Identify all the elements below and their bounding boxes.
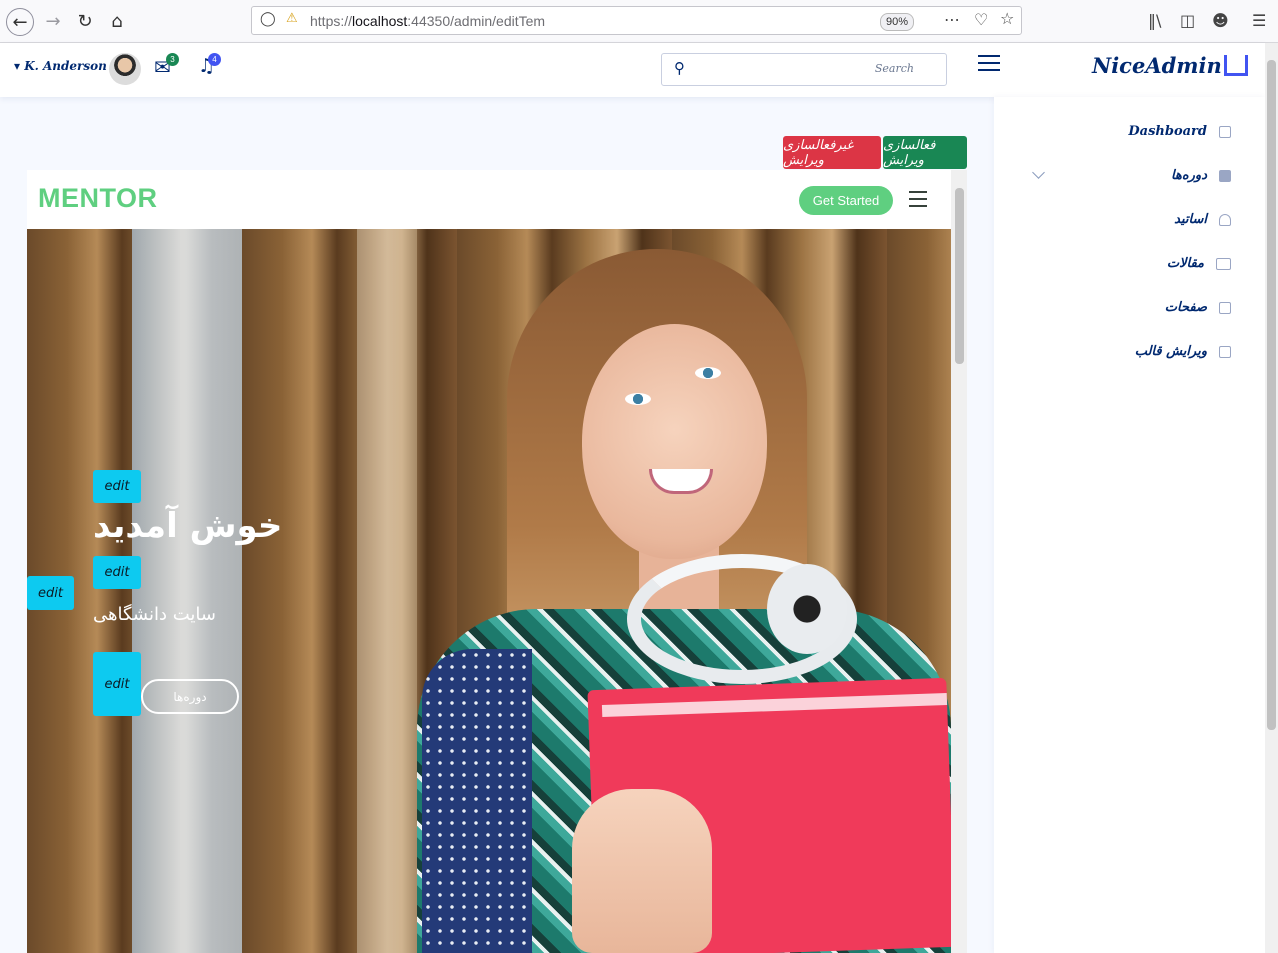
- sidebar: Dashboard دوره‌ها اساتید مقالات صفحات وی…: [994, 97, 1265, 953]
- app-header: ▾ K. Anderson ✉ 3 ♫ 4 ⚲ Search NiceAdmin: [0, 43, 1265, 97]
- page-icon: [1219, 301, 1231, 314]
- pocket-icon[interactable]: ♡: [974, 10, 988, 29]
- edit-title-button[interactable]: edit: [93, 470, 141, 503]
- chevron-down-icon[interactable]: [1032, 166, 1045, 179]
- search-input[interactable]: ⚲ Search: [661, 53, 947, 86]
- back-arrow-icon[interactable]: ←: [6, 8, 34, 36]
- sidebar-toggle-icon[interactable]: ◫: [1180, 11, 1195, 30]
- search-icon[interactable]: ⚲: [674, 59, 685, 77]
- reload-icon[interactable]: ↻: [72, 8, 98, 34]
- hero-photo-headphone-cup: [767, 564, 847, 654]
- preview-logo[interactable]: MENTOR: [38, 183, 158, 214]
- user-dropdown[interactable]: ▾ K. Anderson: [14, 59, 107, 73]
- more-actions-icon[interactable]: ⋯: [944, 10, 960, 29]
- hero-background-light: [357, 229, 417, 953]
- zoom-indicator[interactable]: 90%: [880, 13, 914, 31]
- hero-section: edit خوش آمدید edit edit سایت دانشگاهی e…: [27, 229, 951, 953]
- edit-subtitle-button[interactable]: edit: [93, 556, 141, 589]
- hero-photo-eye: [625, 393, 651, 405]
- courses-button[interactable]: دوره‌ها: [141, 679, 239, 714]
- frame-scrollbar-thumb[interactable]: [955, 188, 964, 364]
- search-placeholder: Search: [874, 62, 914, 75]
- home-icon[interactable]: ⌂: [104, 8, 130, 34]
- sidebar-item-pages[interactable]: صفحات: [1165, 300, 1231, 315]
- get-started-button[interactable]: Get Started: [799, 186, 893, 215]
- sidebar-item-professors[interactable]: اساتید: [1174, 212, 1231, 227]
- page-scrollbar-thumb[interactable]: [1267, 60, 1276, 730]
- sidebar-item-dashboard[interactable]: Dashboard: [1128, 124, 1231, 139]
- preview-header: MENTOR Get Started: [27, 170, 951, 229]
- library-icon[interactable]: ‖\: [1148, 11, 1161, 30]
- logo-mark-icon: [1223, 55, 1248, 76]
- page-icon: [1219, 345, 1231, 358]
- bookmark-star-icon[interactable]: ☆: [1000, 9, 1014, 28]
- browser-toolbar: ← → ↻ ⌂ ◯ ⚠ https://localhost:44350/admi…: [0, 0, 1278, 43]
- url-text[interactable]: https://localhost:44350/admin/editTem: [310, 13, 545, 29]
- hero-photo-face: [582, 324, 767, 559]
- sidebar-toggle-button[interactable]: [978, 55, 1000, 71]
- edit-section-button[interactable]: edit: [27, 576, 74, 610]
- book-icon: [1219, 169, 1231, 182]
- sidebar-item-label: ویرایش قالب: [1134, 344, 1207, 359]
- warning-lock-icon[interactable]: ⚠: [286, 11, 298, 26]
- hero-subtitle: سایت دانشگاهی: [93, 604, 216, 625]
- forward-arrow-icon[interactable]: →: [40, 8, 66, 34]
- grid-icon: [1219, 125, 1231, 138]
- sidebar-item-edit-template[interactable]: ویرایش قالب: [1135, 344, 1231, 359]
- address-bar[interactable]: ◯ ⚠ https://localhost:44350/admin/editTe…: [251, 6, 1022, 35]
- sidebar-item-label: صفحات: [1164, 300, 1207, 315]
- preview-menu-icon[interactable]: [909, 191, 927, 207]
- template-preview-frame[interactable]: MENTOR Get Started edit خوش آمدید edit e…: [27, 170, 967, 953]
- person-icon: [1219, 213, 1231, 226]
- sidebar-item-label: Dashboard: [1128, 124, 1207, 139]
- notifications-badge: 4: [208, 53, 221, 66]
- logo[interactable]: NiceAdmin: [1092, 53, 1248, 78]
- hero-background: [132, 229, 242, 953]
- hero-title: خوش آمدید: [93, 506, 283, 546]
- menu-icon[interactable]: ☰: [1252, 11, 1266, 30]
- sidebar-item-label: اساتید: [1174, 212, 1207, 227]
- sidebar-item-label: دوره‌ها: [1171, 168, 1207, 183]
- shield-icon[interactable]: ◯: [260, 11, 276, 27]
- messages-badge: 3: [166, 53, 179, 66]
- avatar[interactable]: [109, 53, 141, 85]
- hero-photo-backpack: [422, 649, 532, 953]
- sidebar-item-label: مقالات: [1166, 256, 1204, 271]
- disable-edit-button[interactable]: غیرفعالسازی ویرایش: [783, 136, 881, 169]
- journal-icon: [1216, 257, 1231, 270]
- hero-photo-eye: [695, 367, 721, 379]
- hero-photo-hand: [572, 789, 712, 953]
- enable-edit-button[interactable]: فعالسازی ویرایش: [883, 136, 967, 169]
- sidebar-item-articles[interactable]: مقالات: [1167, 256, 1231, 271]
- edit-button-button[interactable]: edit: [93, 652, 141, 716]
- sidebar-item-courses[interactable]: دوره‌ها: [1171, 168, 1231, 183]
- account-icon[interactable]: ☻: [1212, 11, 1229, 30]
